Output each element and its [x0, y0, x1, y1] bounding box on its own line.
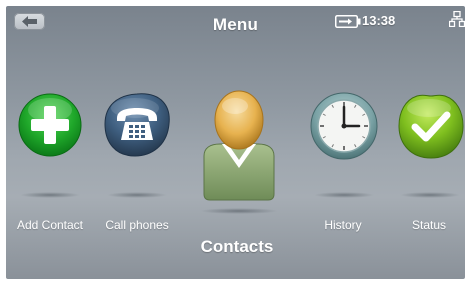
- carousel-item-call-phones[interactable]: Call phones: [98, 92, 176, 238]
- carousel-item-contacts[interactable]: Contacts: [192, 90, 282, 260]
- clock-icon: [310, 92, 378, 160]
- top-bar: Menu 13:38: [6, 6, 465, 40]
- phone-icon: [104, 93, 170, 157]
- reflection: [20, 192, 80, 198]
- status-time: 13:38: [362, 13, 396, 28]
- reflection: [314, 192, 374, 198]
- history-label: History: [324, 218, 362, 232]
- contacts-icon: [203, 90, 275, 201]
- status-check-icon: [398, 94, 464, 159]
- reflection: [400, 192, 460, 198]
- call-phones-label: Call phones: [105, 218, 169, 232]
- carousel-item-add-contact[interactable]: Add Contact: [14, 92, 86, 238]
- network-icon: [449, 11, 465, 27]
- battery-icon: [335, 15, 361, 28]
- status-label: Status: [411, 218, 447, 232]
- carousel-item-status[interactable]: Status: [394, 92, 464, 238]
- reflection: [200, 208, 278, 214]
- add-contact-icon: [18, 93, 82, 157]
- page-title: Menu: [212, 15, 259, 34]
- contacts-label: Contacts: [200, 237, 274, 256]
- skype-menu-screen: Menu 13:38 Add Contact Call phones Conta…: [6, 6, 465, 279]
- add-contact-label: Add Contact: [16, 218, 84, 232]
- reflection: [107, 192, 167, 198]
- carousel-item-history[interactable]: History: [306, 92, 380, 238]
